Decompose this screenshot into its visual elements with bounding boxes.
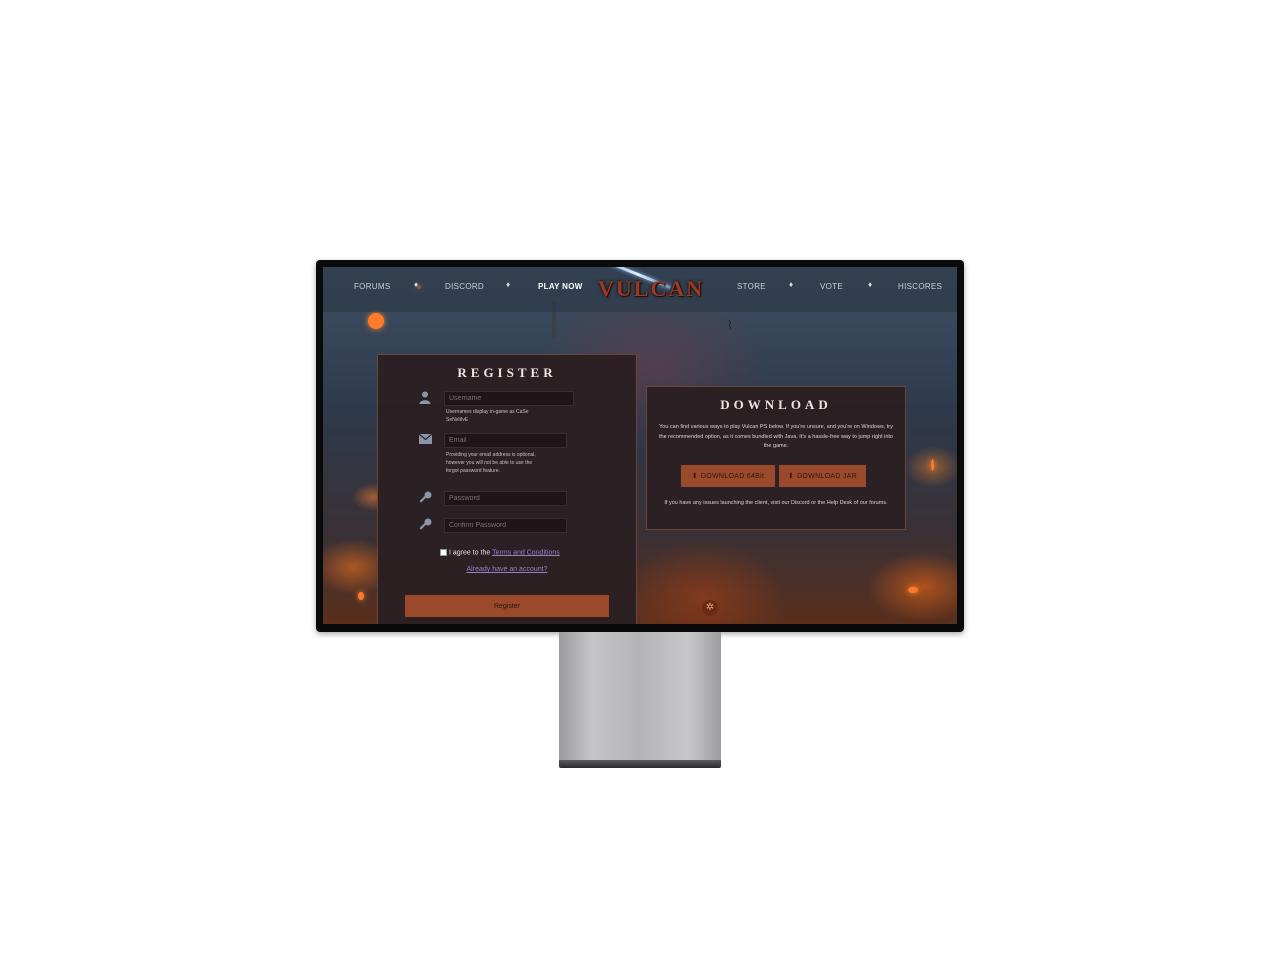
register-panel: REGISTER Usernames display in-game as Ca… xyxy=(377,354,637,624)
download-panel: DOWNLOAD You can find various ways to pl… xyxy=(646,386,906,530)
ember xyxy=(368,313,384,329)
emblem-icon: ✲ xyxy=(702,600,718,616)
agree-label: I agree to the xyxy=(449,549,491,557)
download-icon: ⬇ xyxy=(787,473,795,480)
top-navigation: FORUMS ♦ DISCORD ♦ PLAY NOW VULCAN STORE… xyxy=(323,267,957,312)
terms-checkbox[interactable] xyxy=(440,549,447,556)
nav-hiscores[interactable]: HISCORES xyxy=(898,282,942,291)
nav-forums[interactable]: FORUMS xyxy=(354,282,390,291)
register-button[interactable]: Register xyxy=(405,595,609,617)
register-title: REGISTER xyxy=(457,365,557,380)
email-input[interactable] xyxy=(444,433,567,448)
username-hint: Usernames display in-game as CaSe SeNsIt… xyxy=(446,409,529,423)
nav-separator-icon: ♦ xyxy=(506,280,511,289)
ember xyxy=(358,592,364,600)
nav-discord[interactable]: DISCORD xyxy=(445,282,484,291)
monitor-stand xyxy=(559,632,721,766)
envelope-icon xyxy=(418,433,432,447)
email-hint: Providing your email address is optional… xyxy=(446,452,536,474)
nav-separator-icon: ♦ xyxy=(414,280,419,289)
nav-play-now[interactable]: PLAY NOW xyxy=(538,282,583,291)
username-input[interactable] xyxy=(444,391,574,406)
dragon-silhouette-icon: ⌇ xyxy=(727,318,733,332)
website-screen: ⌇ FORUMS ♦ DISCORD ♦ PLAY NOW VULCAN STO… xyxy=(323,267,957,624)
nav-separator-icon: ♦ xyxy=(789,280,794,289)
user-icon xyxy=(418,391,432,405)
download-jar-button[interactable]: ⬇ DOWNLOAD JAR xyxy=(779,465,866,487)
key-icon xyxy=(418,491,432,505)
terms-agreement: I agree to the Terms and Conditions xyxy=(440,549,560,556)
terms-link[interactable]: Terms and Conditions xyxy=(492,549,560,556)
download-64bit-label: DOWNLOAD 64Bit xyxy=(700,473,765,480)
download-title: DOWNLOAD xyxy=(720,397,832,412)
monitor: ⌇ FORUMS ♦ DISCORD ♦ PLAY NOW VULCAN STO… xyxy=(316,260,964,632)
monitor-stand-base xyxy=(559,760,721,768)
confirm-password-input[interactable] xyxy=(444,518,567,533)
ember xyxy=(908,587,918,593)
login-link[interactable]: Already have an account? xyxy=(378,566,636,573)
download-footer: If you have any issues launching the cli… xyxy=(664,500,888,506)
key-icon xyxy=(418,518,432,532)
download-icon: ⬇ xyxy=(691,473,698,480)
nav-store[interactable]: STORE xyxy=(737,282,766,291)
vulcan-logo[interactable]: VULCAN xyxy=(598,276,708,306)
download-description: You can find various ways to play Vulcan… xyxy=(658,424,893,449)
nav-separator-icon: ♦ xyxy=(868,280,873,289)
download-64bit-button[interactable]: ⬇ DOWNLOAD 64Bit xyxy=(681,465,775,487)
download-jar-label: DOWNLOAD JAR xyxy=(797,473,858,480)
nav-vote[interactable]: VOTE xyxy=(820,282,843,291)
ember xyxy=(931,459,934,471)
password-input[interactable] xyxy=(444,491,567,506)
